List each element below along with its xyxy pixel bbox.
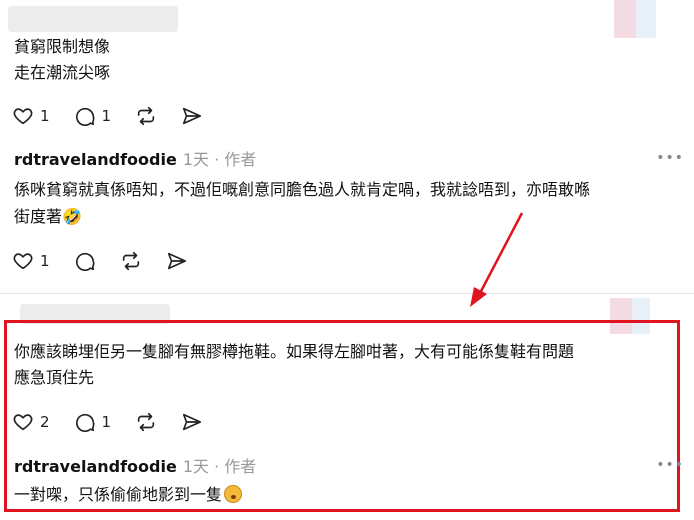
share-button[interactable] — [181, 411, 203, 433]
comment-2-actions: 1 — [12, 248, 212, 274]
comment-meta: 1天 · 作者 — [182, 150, 257, 169]
blurred-avatar — [614, 0, 636, 38]
reply-count: 1 — [101, 107, 112, 125]
comment-icon — [75, 413, 94, 432]
comment-1-line-1: 貧窮限制想像 — [14, 37, 111, 56]
repost-icon — [137, 412, 155, 432]
share-button[interactable] — [166, 250, 188, 272]
username[interactable]: rdtravelandfoodie — [14, 150, 177, 169]
repost-icon — [122, 251, 139, 271]
like-button[interactable]: 2 — [12, 411, 50, 433]
comment-2-line-1: 係咪貧窮就真係唔知，不過佢嘅創意同膽色過人就肯定喎，我就諗唔到，亦唔敢喺 — [14, 180, 591, 199]
like-count: 1 — [40, 107, 50, 125]
comment-icon — [75, 252, 94, 271]
heart-icon — [13, 253, 33, 270]
username[interactable]: rdtravelandfoodie — [14, 457, 177, 476]
more-icon[interactable]: ••• — [656, 150, 684, 166]
comment-4-line-1: 一對㗎，只係偷偷地影到一隻 — [14, 484, 243, 506]
like-button[interactable]: 1 — [12, 250, 50, 272]
reply-button[interactable]: 1 — [74, 411, 112, 433]
comment-meta: 1天 · 作者 — [182, 457, 257, 476]
comment-4-header: rdtravelandfoodie 1天 · 作者 — [14, 456, 256, 478]
reply-count: 1 — [101, 413, 112, 431]
like-button[interactable]: 1 — [12, 105, 50, 127]
comment-3-line-2: 應急頂住先 — [14, 368, 95, 387]
comment-icon — [75, 107, 94, 126]
comment-4-text: 一對㗎，只係偷偷地影到一隻 — [14, 485, 223, 504]
repost-button[interactable] — [135, 411, 157, 433]
heart-icon — [13, 414, 33, 431]
comment-1-line-2: 走在潮流尖啄 — [14, 63, 111, 82]
more-icon[interactable]: ••• — [656, 457, 684, 473]
like-count: 2 — [40, 413, 50, 431]
comment-3-actions: 2 1 — [12, 409, 227, 435]
annotation-arrow-icon — [470, 212, 524, 307]
reply-button[interactable]: 1 — [74, 105, 112, 127]
emoji-icon — [224, 485, 243, 503]
repost-icon — [137, 106, 155, 126]
reply-button[interactable] — [74, 250, 96, 272]
share-icon — [183, 413, 202, 431]
repost-button[interactable] — [135, 105, 157, 127]
share-icon — [167, 252, 186, 270]
heart-icon — [13, 108, 33, 125]
share-icon — [183, 107, 202, 125]
like-count: 1 — [40, 252, 50, 270]
comment-3-line-1: 你應該睇埋佢另一隻腳有無膠樽拖鞋。如果得左腳咁著，大有可能係隻鞋有問題 — [14, 342, 575, 361]
divider — [0, 293, 694, 294]
blurred-header — [8, 6, 178, 32]
comment-1-actions: 1 1 — [12, 103, 227, 129]
share-button[interactable] — [181, 105, 203, 127]
repost-button[interactable] — [120, 250, 142, 272]
comment-2-line-2: 街度著🤣 — [14, 207, 82, 226]
blurred-avatar-2 — [636, 0, 656, 38]
comment-2-header: rdtravelandfoodie 1天 · 作者 — [14, 149, 256, 171]
